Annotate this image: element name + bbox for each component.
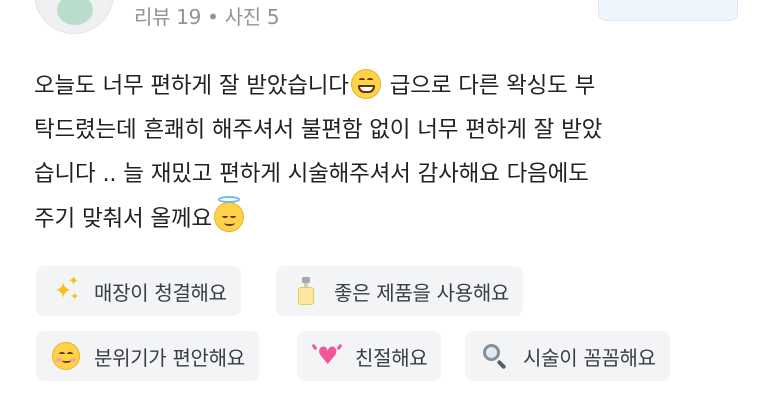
tag-label: 친절해요 (355, 345, 428, 370)
review-meta: 리뷰 19 • 사진 5 (134, 1, 280, 30)
review-line-1: 오늘도 너무 편하게 잘 받았습니다 급으로 다른 왁싱도 부 (34, 64, 754, 108)
review-line-4: 주기 맞춰서 올께요 (34, 196, 754, 240)
tag-good-products[interactable]: 좋은 제품을 사용해요 (276, 266, 524, 316)
tag-label: 좋은 제품을 사용해요 (334, 280, 510, 305)
smiling-face-icon (52, 342, 80, 370)
meta-separator: • (207, 5, 219, 29)
tag-label: 매장이 청결해요 (94, 280, 227, 305)
growing-heart-icon: ♥ (311, 342, 343, 370)
tag-meticulous-treatment[interactable]: 시술이 꼼꼼해요 (465, 331, 670, 381)
tag-friendly[interactable]: ♥ 친절해요 (297, 331, 442, 381)
review-line-3: 습니다 .. 늘 재밌고 편하게 시술해주셔서 감사해요 다음에도 (34, 161, 589, 187)
smiling-face-with-halo-icon (213, 196, 244, 232)
magnifier-icon (481, 342, 509, 370)
review-count: 리뷰 19 (134, 5, 202, 29)
avatar[interactable] (34, 0, 114, 34)
tag-comfortable-atmosphere[interactable]: 분위기가 편안해요 (36, 331, 259, 381)
grinning-face-icon (350, 69, 381, 99)
tag-clean-shop[interactable]: ✦ ✦ ✦ 매장이 청결해요 (36, 266, 241, 316)
sparkles-icon: ✦ ✦ ✦ (54, 274, 79, 304)
lotion-bottle-icon (292, 277, 320, 305)
tag-label: 분위기가 편안해요 (94, 345, 245, 370)
review-line-2: 탁드렸는데 흔쾌히 해주셔서 불편함 없이 너무 편하게 잘 받았 (34, 117, 603, 143)
review-text: 오늘도 너무 편하게 잘 받았습니다 급으로 다른 왁싱도 부 탁드렸는데 흔쾌… (34, 64, 754, 240)
follow-button[interactable] (598, 0, 738, 21)
tag-label: 시술이 꼼꼼해요 (523, 345, 656, 370)
photo-count: 사진 5 (224, 5, 280, 29)
